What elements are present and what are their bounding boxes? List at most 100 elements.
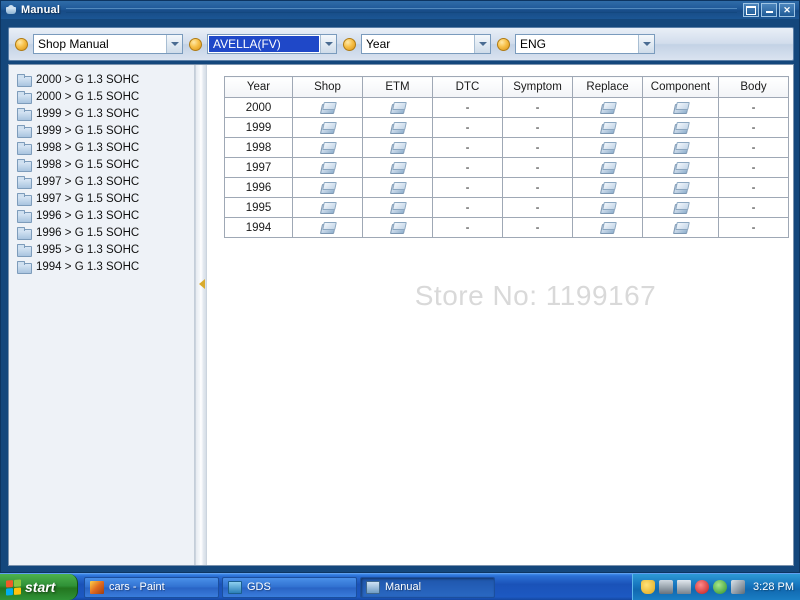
- cell-etm[interactable]: [362, 197, 433, 218]
- tree-item-7[interactable]: 1997 > G 1.5 SOHC: [9, 190, 194, 207]
- book-icon[interactable]: [390, 141, 405, 154]
- cell-replace[interactable]: [572, 197, 643, 218]
- cell-etm[interactable]: [362, 117, 433, 138]
- column-header-year[interactable]: Year: [224, 76, 293, 98]
- chevron-down-icon[interactable]: [474, 35, 490, 53]
- sidebar-tree[interactable]: 2000 > G 1.3 SOHC 2000 > G 1.5 SOHC 1999…: [9, 65, 195, 565]
- update-icon[interactable]: [713, 580, 728, 594]
- cell-shop[interactable]: [292, 157, 363, 178]
- cell-shop[interactable]: [292, 137, 363, 158]
- taskbar-item-gds[interactable]: GDS: [222, 576, 357, 598]
- close-window-button[interactable]: ✕: [779, 3, 795, 17]
- cell-component[interactable]: [642, 197, 719, 218]
- book-icon[interactable]: [600, 141, 615, 154]
- cell-etm[interactable]: [362, 217, 433, 238]
- book-icon[interactable]: [673, 181, 688, 194]
- cell-shop[interactable]: [292, 197, 363, 218]
- cell-shop[interactable]: [292, 217, 363, 238]
- tree-item-1[interactable]: 2000 > G 1.5 SOHC: [9, 88, 194, 105]
- taskbar-item-cars-paint[interactable]: cars - Paint: [84, 576, 219, 598]
- cell-component[interactable]: [642, 217, 719, 238]
- collapse-left-arrow-icon[interactable]: [197, 277, 207, 291]
- tree-item-5[interactable]: 1998 > G 1.5 SOHC: [9, 156, 194, 173]
- book-icon[interactable]: [320, 161, 335, 174]
- tree-item-6[interactable]: 1997 > G 1.3 SOHC: [9, 173, 194, 190]
- cell-shop[interactable]: [292, 177, 363, 198]
- book-icon[interactable]: [600, 221, 615, 234]
- table-row[interactable]: 1997 - - -: [224, 157, 789, 178]
- table-row[interactable]: 1998 - - -: [224, 137, 789, 158]
- tree-item-0[interactable]: 2000 > G 1.3 SOHC: [9, 71, 194, 88]
- cell-component[interactable]: [642, 137, 719, 158]
- language-dropdown[interactable]: ENG: [515, 34, 655, 54]
- book-icon[interactable]: [600, 181, 615, 194]
- clock[interactable]: 3:28 PM: [753, 581, 794, 593]
- year-dropdown[interactable]: Year: [361, 34, 491, 54]
- start-button[interactable]: start: [0, 574, 78, 600]
- chevron-down-icon[interactable]: [320, 35, 336, 53]
- tree-item-10[interactable]: 1995 > G 1.3 SOHC: [9, 241, 194, 258]
- cell-replace[interactable]: [572, 117, 643, 138]
- column-header-component[interactable]: Component: [642, 76, 719, 98]
- book-icon[interactable]: [673, 201, 688, 214]
- book-icon[interactable]: [390, 161, 405, 174]
- cell-replace[interactable]: [572, 177, 643, 198]
- tools-icon[interactable]: [731, 580, 746, 594]
- minimize-window-button[interactable]: [761, 3, 777, 17]
- cell-replace[interactable]: [572, 137, 643, 158]
- book-icon[interactable]: [673, 161, 688, 174]
- cell-component[interactable]: [642, 97, 719, 118]
- book-icon[interactable]: [320, 121, 335, 134]
- antivirus-icon[interactable]: [695, 580, 710, 594]
- book-icon[interactable]: [390, 101, 405, 114]
- book-icon[interactable]: [320, 101, 335, 114]
- taskbar-item-manual[interactable]: Manual: [360, 576, 495, 598]
- table-row[interactable]: 1994 - - -: [224, 217, 789, 238]
- book-icon[interactable]: [673, 101, 688, 114]
- tree-item-3[interactable]: 1999 > G 1.5 SOHC: [9, 122, 194, 139]
- title-bar[interactable]: Manual ✕: [1, 1, 799, 19]
- book-icon[interactable]: [600, 161, 615, 174]
- table-row[interactable]: 1995 - - -: [224, 197, 789, 218]
- shield-icon[interactable]: [641, 580, 656, 594]
- cell-etm[interactable]: [362, 157, 433, 178]
- column-header-body[interactable]: Body: [718, 76, 789, 98]
- table-row[interactable]: 1996 - - -: [224, 177, 789, 198]
- tree-item-8[interactable]: 1996 > G 1.3 SOHC: [9, 207, 194, 224]
- tree-item-11[interactable]: 1994 > G 1.3 SOHC: [9, 258, 194, 275]
- cell-etm[interactable]: [362, 97, 433, 118]
- book-icon[interactable]: [390, 221, 405, 234]
- table-row[interactable]: 1999 - - -: [224, 117, 789, 138]
- book-icon[interactable]: [673, 221, 688, 234]
- book-icon[interactable]: [390, 121, 405, 134]
- cell-replace[interactable]: [572, 97, 643, 118]
- book-icon[interactable]: [390, 201, 405, 214]
- cell-component[interactable]: [642, 177, 719, 198]
- book-icon[interactable]: [390, 181, 405, 194]
- column-header-etm[interactable]: ETM: [362, 76, 433, 98]
- sidebar-splitter[interactable]: [195, 65, 207, 565]
- column-header-replace[interactable]: Replace: [572, 76, 643, 98]
- cell-replace[interactable]: [572, 157, 643, 178]
- cell-component[interactable]: [642, 157, 719, 178]
- tree-item-9[interactable]: 1996 > G 1.5 SOHC: [9, 224, 194, 241]
- column-header-dtc[interactable]: DTC: [432, 76, 503, 98]
- book-icon[interactable]: [673, 141, 688, 154]
- book-icon[interactable]: [320, 181, 335, 194]
- cell-shop[interactable]: [292, 117, 363, 138]
- cell-shop[interactable]: [292, 97, 363, 118]
- manual-type-dropdown[interactable]: Shop Manual: [33, 34, 183, 54]
- cell-etm[interactable]: [362, 177, 433, 198]
- table-row[interactable]: 2000 - - -: [224, 97, 789, 118]
- column-header-shop[interactable]: Shop: [292, 76, 363, 98]
- cell-component[interactable]: [642, 117, 719, 138]
- tree-item-2[interactable]: 1999 > G 1.3 SOHC: [9, 105, 194, 122]
- book-icon[interactable]: [320, 201, 335, 214]
- book-icon[interactable]: [600, 121, 615, 134]
- vehicle-model-dropdown[interactable]: AVELLA(FV): [207, 34, 337, 54]
- book-icon[interactable]: [320, 221, 335, 234]
- book-icon[interactable]: [673, 121, 688, 134]
- network-icon[interactable]: [659, 580, 674, 594]
- book-icon[interactable]: [320, 141, 335, 154]
- book-icon[interactable]: [600, 101, 615, 114]
